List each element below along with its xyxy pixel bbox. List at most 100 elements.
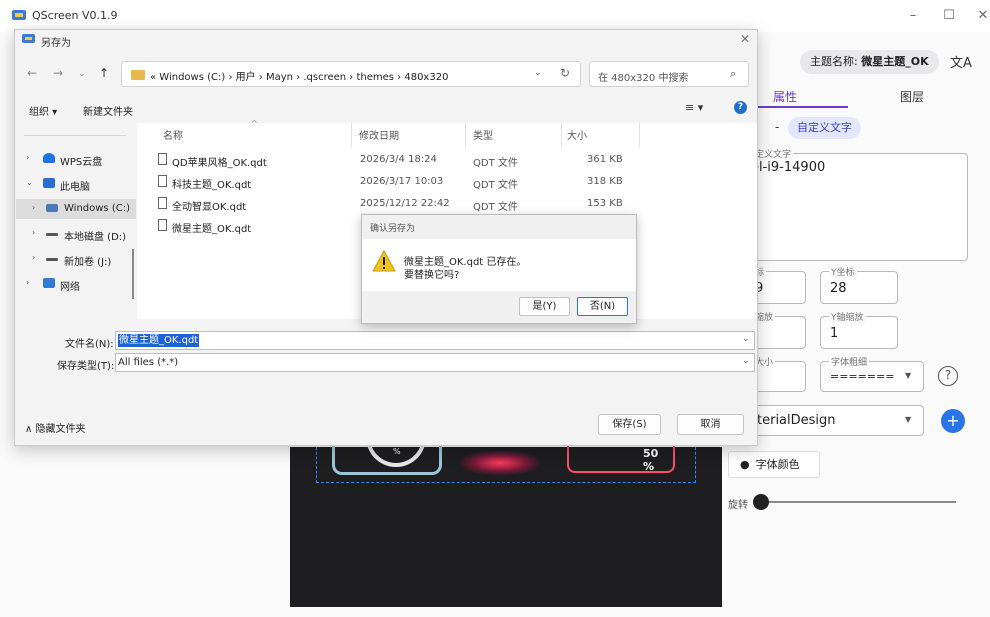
view-options-icon[interactable]: ≡ ▾ bbox=[685, 101, 703, 114]
nav-item-wps[interactable]: › WPS云盘 bbox=[16, 149, 136, 169]
column-date[interactable]: 修改日期 bbox=[359, 127, 399, 142]
filetype-label: 保存类型(T): bbox=[57, 361, 115, 372]
chevron-down-icon[interactable]: ⌄ bbox=[26, 178, 33, 187]
chip-custom-text[interactable]: 自定义文字 bbox=[788, 117, 861, 139]
drive-icon bbox=[46, 258, 58, 261]
dialog-help-icon[interactable]: ? bbox=[734, 101, 747, 114]
palette-icon: ● bbox=[740, 458, 750, 471]
nav-divider bbox=[24, 135, 126, 136]
forward-arrow-icon[interactable]: → bbox=[53, 66, 63, 80]
file-date: 2025/12/12 22:42 bbox=[360, 198, 450, 209]
font-color-label: 字体颜色 bbox=[755, 458, 800, 471]
chevron-right-icon[interactable]: › bbox=[32, 253, 35, 262]
new-folder-button[interactable]: 新建文件夹 bbox=[83, 103, 133, 118]
minimize-button[interactable]: – bbox=[898, 6, 928, 26]
warning-icon bbox=[372, 250, 396, 272]
sort-up-icon: ^ bbox=[251, 119, 258, 128]
help-icon[interactable]: ? bbox=[938, 366, 958, 386]
nav-item-windows-c[interactable]: › Windows (C:) bbox=[16, 199, 136, 219]
rotate-slider-track[interactable] bbox=[760, 501, 956, 503]
tab-layers[interactable]: 图层 bbox=[900, 88, 924, 105]
recent-chevron-icon[interactable]: ⌄ bbox=[78, 69, 86, 79]
nav-item-network[interactable]: › 网络 bbox=[16, 274, 136, 294]
column-divider[interactable] bbox=[561, 123, 562, 147]
address-dropdown-icon[interactable]: ⌄ bbox=[534, 68, 542, 78]
file-name: 全动智显OK.qdt bbox=[172, 202, 247, 213]
computer-icon bbox=[43, 178, 55, 188]
search-placeholder: 在 480x320 中搜索 bbox=[598, 73, 689, 84]
tab-active-indicator bbox=[745, 106, 848, 108]
nav-label: 新加卷 (J:) bbox=[64, 257, 112, 268]
dialog-close-icon[interactable]: ✕ bbox=[740, 32, 750, 46]
y-coord-field[interactable]: Y坐标 28 bbox=[820, 265, 898, 304]
selection-outline bbox=[316, 447, 696, 483]
column-size[interactable]: 大小 bbox=[567, 127, 587, 142]
file-type: QDT 文件 bbox=[473, 202, 518, 213]
font-family-select[interactable]: terialDesign ▼ bbox=[744, 405, 924, 436]
font-color-button[interactable]: ● 字体颜色 bbox=[728, 451, 820, 478]
search-box[interactable]: 在 480x320 中搜索 ⌕ bbox=[589, 61, 749, 87]
file-row[interactable]: 科技主题_OK.qdt 2026/3/17 10:03 QDT 文件 318 K… bbox=[137, 171, 757, 193]
file-row[interactable]: QD苹果风格_OK.qdt 2026/3/4 18:24 QDT 文件 361 … bbox=[137, 149, 757, 171]
nav-item-new-volume-j[interactable]: › 新加卷 (J:) bbox=[16, 249, 136, 269]
y-scale-value: 1 bbox=[830, 326, 839, 341]
theme-name-value: 微星主题_OK bbox=[861, 55, 929, 68]
translate-icon[interactable]: 文A bbox=[950, 52, 972, 71]
file-name: 科技主题_OK.qdt bbox=[172, 180, 252, 191]
rotate-slider-thumb[interactable] bbox=[753, 494, 769, 510]
file-type: QDT 文件 bbox=[473, 158, 518, 169]
chevron-right-icon[interactable]: › bbox=[26, 153, 29, 162]
nav-label: 网络 bbox=[60, 282, 80, 293]
refresh-icon[interactable]: ↻ bbox=[560, 66, 570, 80]
confirm-save-dialog: 确认另存为 微星主题_OK.qdt 已存在。 要替换它吗? 是(Y) 否(N) bbox=[361, 214, 637, 324]
column-divider[interactable] bbox=[465, 123, 466, 147]
save-button[interactable]: 保存(S) bbox=[598, 414, 661, 435]
yes-button[interactable]: 是(Y) bbox=[519, 297, 570, 316]
dialog-app-icon bbox=[22, 34, 35, 43]
theme-name-chip[interactable]: 主题名称: 微星主题_OK bbox=[800, 50, 939, 74]
no-button[interactable]: 否(N) bbox=[577, 297, 628, 316]
maximize-button[interactable]: ☐ bbox=[934, 6, 964, 26]
nav-item-this-pc[interactable]: ⌄ 此电脑 bbox=[16, 174, 136, 194]
search-icon[interactable]: ⌕ bbox=[730, 67, 736, 81]
close-button[interactable]: ✕ bbox=[968, 6, 990, 26]
column-divider[interactable] bbox=[639, 123, 640, 147]
custom-text-field[interactable]: 定义文字 el-i9-14900 bbox=[744, 147, 968, 261]
chevron-down-icon[interactable]: ⌄ bbox=[742, 334, 750, 344]
column-name[interactable]: 名称 bbox=[163, 127, 183, 142]
navigation-pane: › WPS云盘 ⌄ 此电脑 › Windows (C:) › 本地磁盘 (D:)… bbox=[16, 123, 136, 319]
add-font-button[interactable]: + bbox=[941, 409, 965, 433]
back-arrow-icon[interactable]: ← bbox=[27, 66, 37, 80]
font-weight-label: 字体粗细 bbox=[829, 355, 870, 368]
chevron-right-icon[interactable]: › bbox=[32, 203, 35, 212]
nav-item-local-d[interactable]: › 本地磁盘 (D:) bbox=[16, 224, 136, 244]
up-arrow-icon[interactable]: ↑ bbox=[99, 66, 109, 80]
address-path[interactable]: « Windows (C:) › 用户 › Mayn › .qscreen › … bbox=[150, 68, 448, 83]
chevron-right-icon[interactable]: › bbox=[26, 278, 29, 287]
chevron-down-icon: ▼ bbox=[905, 371, 912, 380]
y-scale-field[interactable]: Y轴缩放 1 bbox=[820, 310, 898, 349]
cancel-button[interactable]: 取消 bbox=[677, 414, 744, 435]
file-date: 2026/3/17 10:03 bbox=[360, 176, 444, 187]
filetype-select[interactable]: All files (*.*) ⌄ bbox=[115, 353, 755, 372]
nav-label: WPS云盘 bbox=[60, 157, 103, 168]
confirm-question: 要替换它吗? bbox=[404, 270, 460, 281]
file-row[interactable]: 全动智显OK.qdt 2025/12/12 22:42 QDT 文件 153 K… bbox=[137, 193, 757, 215]
app-titlebar: QScreen V0.1.9 – ☐ ✕ bbox=[0, 0, 990, 32]
column-divider[interactable] bbox=[351, 123, 352, 147]
chevron-right-icon[interactable]: › bbox=[32, 228, 35, 237]
tab-properties[interactable]: 属性 bbox=[773, 88, 797, 105]
nav-label: Windows (C:) bbox=[64, 203, 130, 214]
chevron-down-icon[interactable]: ⌄ bbox=[742, 356, 750, 366]
app-logo-icon bbox=[12, 10, 26, 20]
filename-input[interactable]: 微星主题_OK.qdt ⌄ bbox=[115, 331, 755, 350]
address-bar[interactable]: « Windows (C:) › 用户 › Mayn › .qscreen › … bbox=[121, 61, 581, 87]
nav-scrollbar[interactable] bbox=[132, 249, 134, 299]
font-weight-select[interactable]: 字体粗细 ======= ▼ bbox=[820, 355, 924, 392]
organize-menu[interactable]: 组织 ▾ bbox=[29, 103, 57, 118]
file-icon bbox=[158, 197, 167, 209]
column-type[interactable]: 类型 bbox=[473, 127, 493, 142]
save-as-title: 另存为 bbox=[41, 38, 71, 49]
hide-folders-toggle[interactable]: ∧ 隐藏文件夹 bbox=[25, 420, 86, 435]
filename-value[interactable]: 微星主题_OK.qdt bbox=[118, 334, 200, 347]
